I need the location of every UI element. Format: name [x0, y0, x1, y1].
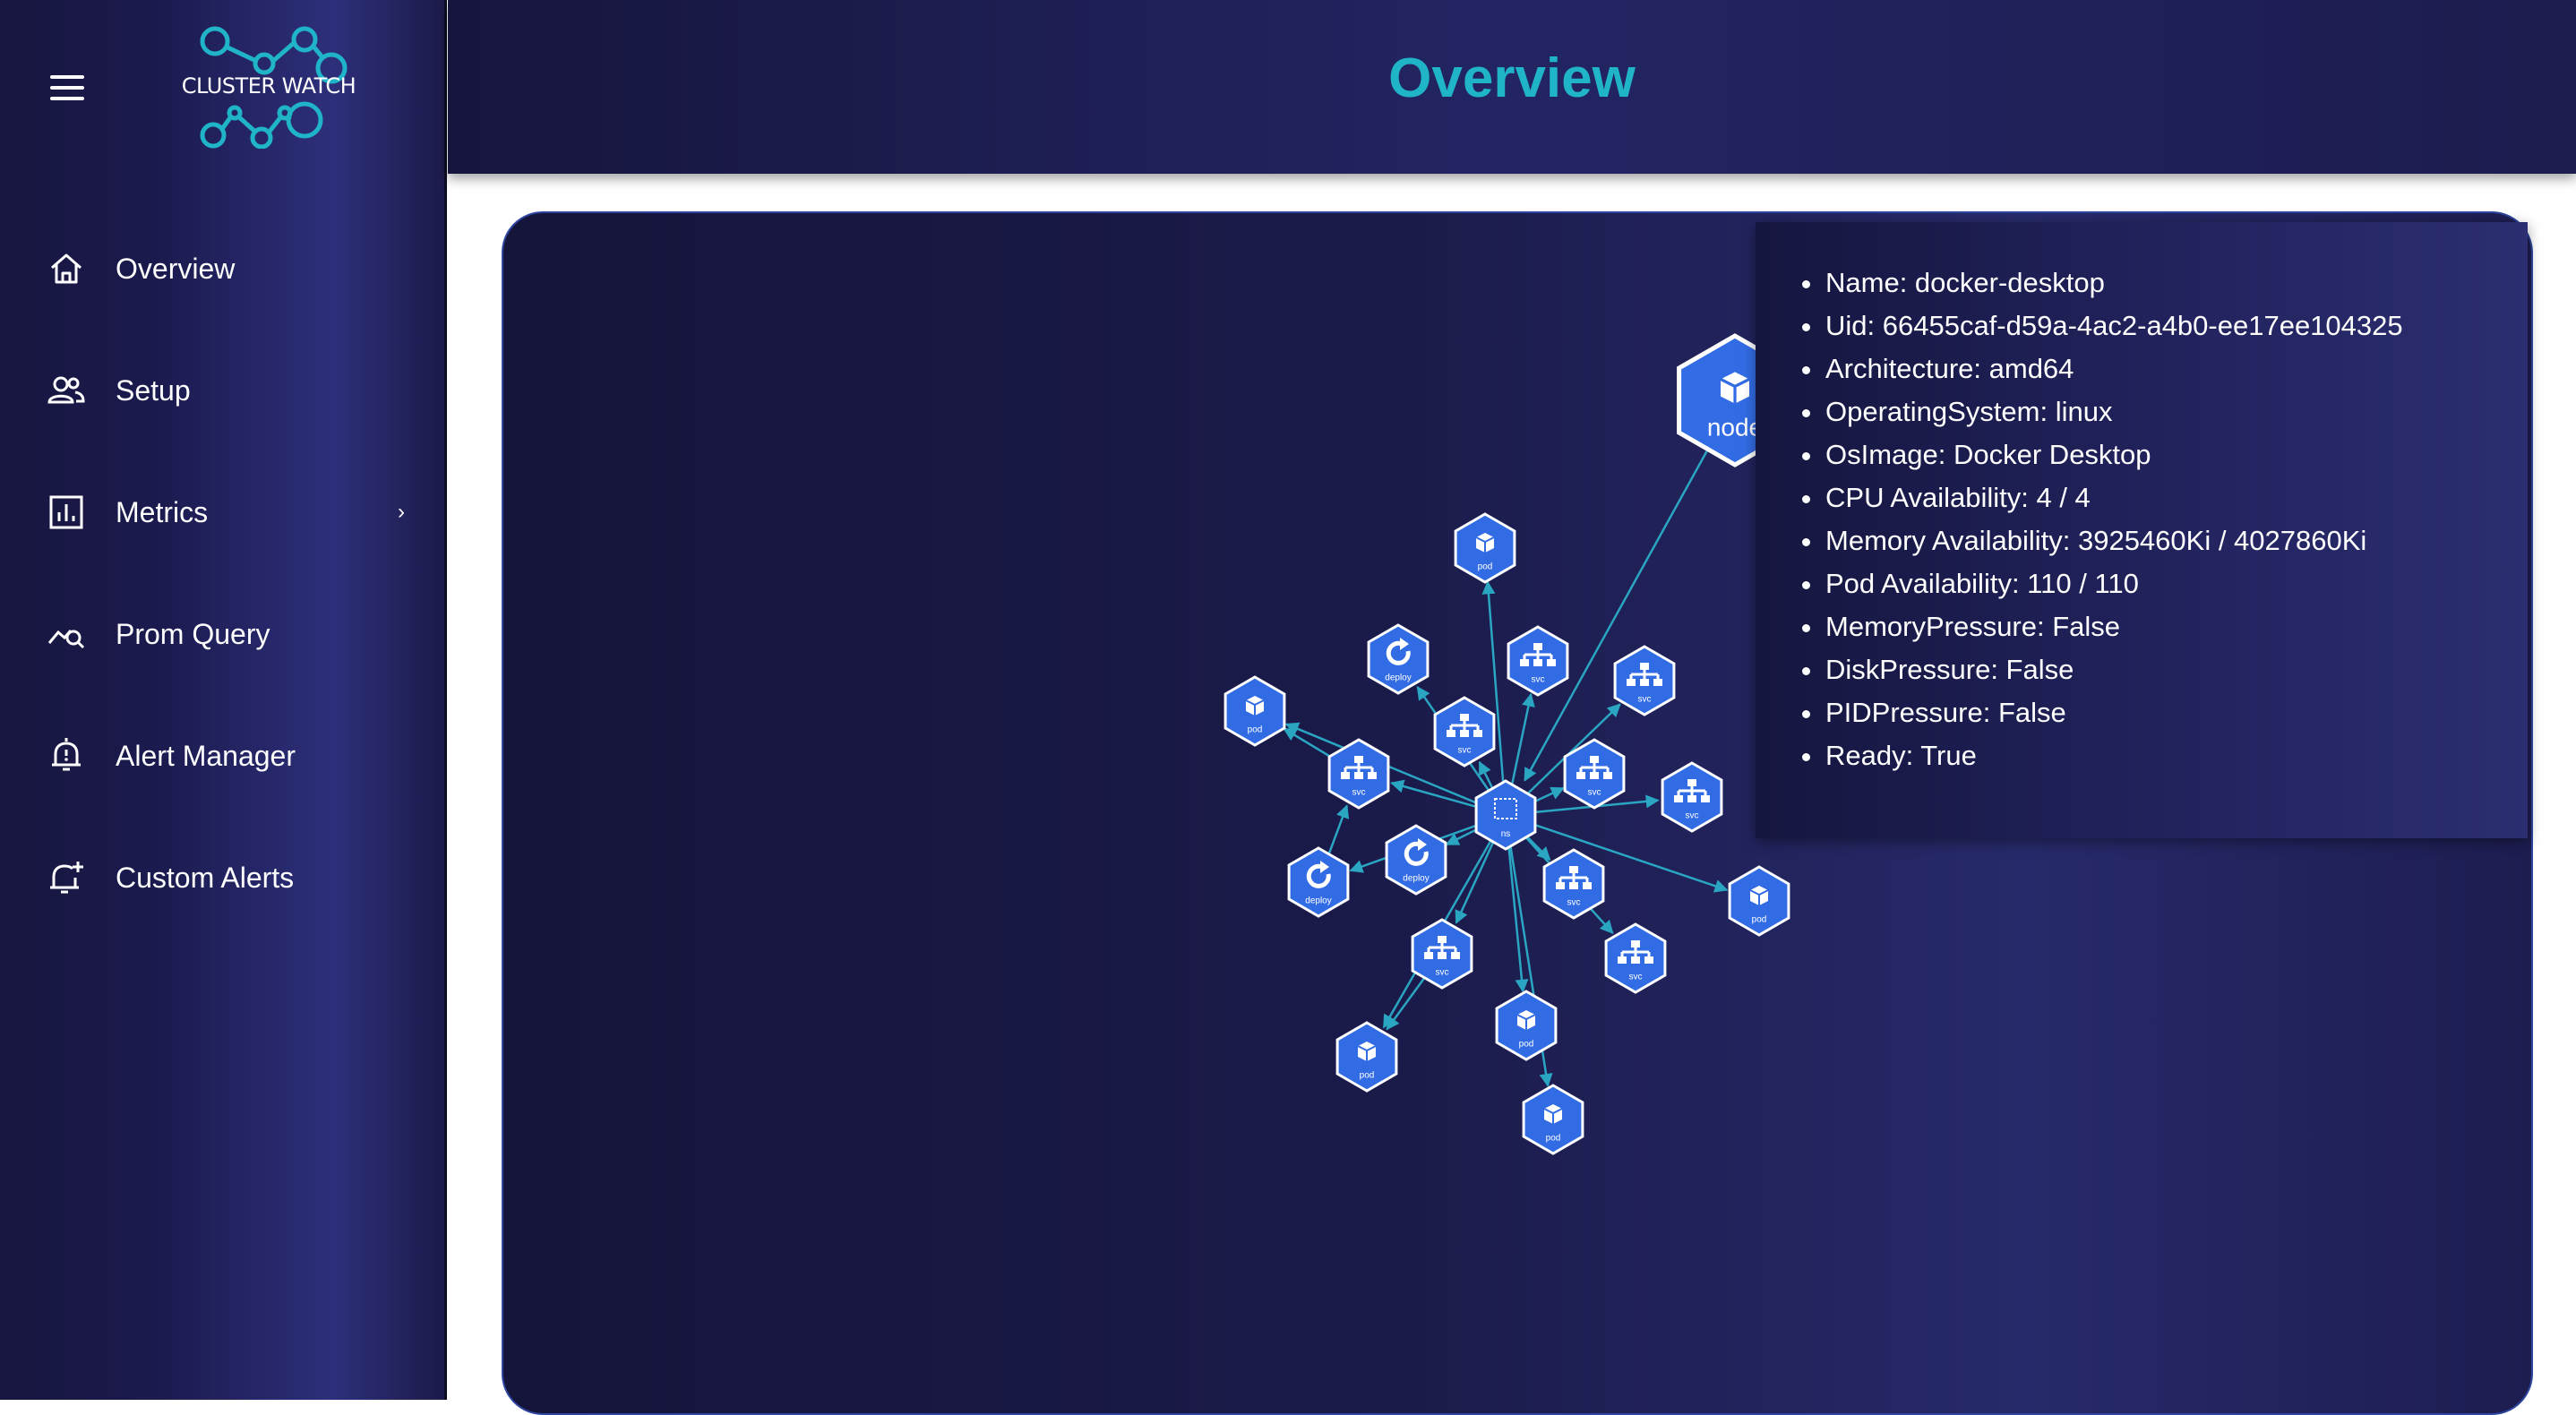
sidebar-item-custom-alerts[interactable]: Custom Alerts [0, 817, 444, 939]
sidebar-item-alert-manager[interactable]: Alert Manager [0, 695, 444, 817]
graph-edge [1524, 399, 1737, 782]
sidebar-item-setup[interactable]: Setup [0, 330, 444, 451]
svc-node[interactable]: svc [1433, 696, 1496, 768]
deploy-label: deploy [1305, 896, 1331, 906]
pod-node[interactable]: pod [1224, 675, 1286, 747]
svc-label: svc [1629, 973, 1643, 982]
svc-label: svc [1436, 968, 1449, 978]
top-header: Overview [448, 0, 2576, 174]
sidebar-item-prom-query[interactable]: Prom Query [0, 573, 444, 695]
pod-label: pod [1752, 915, 1767, 925]
query-chart-icon [47, 630, 85, 649]
pod-label: pod [1248, 725, 1263, 735]
info-ready: Ready: True [1802, 734, 2528, 777]
info-name: Name: docker-desktop [1802, 262, 2528, 304]
sidebar-item-label: Custom Alerts [116, 861, 295, 894]
chevron-right-icon: › [398, 500, 405, 524]
node-info-list: Name: docker-desktop Uid: 66455caf-d59a-… [1756, 222, 2528, 777]
svc-label: svc [1567, 898, 1581, 908]
sidebar: CLUSTER WATCH Overview Setup Metrics › P… [0, 0, 447, 1400]
sidebar-item-metrics[interactable]: Metrics › [0, 451, 444, 573]
svc-label: svc [1532, 675, 1545, 685]
info-memory-availability: Memory Availability: 3925460Ki / 4027860… [1802, 519, 2528, 562]
svc-node[interactable]: svc [1542, 848, 1605, 920]
svc-node[interactable]: svc [1327, 738, 1390, 810]
pod-node[interactable]: pod [1454, 512, 1516, 584]
pod-label: pod [1546, 1134, 1561, 1144]
sidebar-item-label: Alert Manager [116, 739, 296, 772]
svc-node[interactable]: svc [1507, 625, 1569, 697]
page-title: Overview [1388, 47, 1636, 109]
sidebar-item-label: Prom Query [116, 617, 270, 650]
svc-node[interactable]: svc [1661, 761, 1723, 833]
pod-label: pod [1360, 1071, 1375, 1081]
svc-label: svc [1686, 811, 1699, 821]
svc-node[interactable]: svc [1604, 922, 1667, 994]
info-memory-pressure: MemoryPressure: False [1802, 605, 2528, 648]
deploy-node[interactable]: deploy [1385, 824, 1447, 896]
users-icon [47, 376, 85, 404]
pod-label: pod [1478, 562, 1493, 572]
svc-label: svc [1352, 788, 1366, 798]
bell-alarm-icon [52, 738, 81, 771]
pod-node[interactable]: pod [1728, 865, 1790, 937]
menu-icon[interactable] [50, 75, 84, 100]
node-info-panel: Name: docker-desktop Uid: 66455caf-d59a-… [1756, 222, 2528, 838]
sidebar-item-label: Overview [116, 252, 236, 285]
info-uid: Uid: 66455caf-d59a-4ac2-a4b0-ee17ee10432… [1802, 304, 2528, 347]
bar-chart-icon [49, 495, 83, 529]
pod-node[interactable]: pod [1522, 1084, 1584, 1155]
info-pid-pressure: PIDPressure: False [1802, 691, 2528, 734]
info-architecture: Architecture: amd64 [1802, 347, 2528, 390]
bell-plus-icon [50, 862, 83, 894]
svc-label: svc [1458, 746, 1472, 756]
app-logo[interactable]: CLUSTER WATCH [179, 23, 358, 150]
pod-node[interactable]: pod [1335, 1021, 1398, 1093]
pod-node[interactable]: pod [1495, 990, 1558, 1061]
sidebar-nav: Overview Setup Metrics › Prom Query Aler… [0, 208, 444, 939]
info-os-image: OsImage: Docker Desktop [1802, 433, 2528, 476]
graph-edge [1481, 580, 1507, 816]
svc-label: svc [1638, 695, 1652, 705]
info-cpu-availability: CPU Availability: 4 / 4 [1802, 476, 2528, 519]
deploy-label: deploy [1403, 874, 1429, 884]
info-disk-pressure: DiskPressure: False [1802, 648, 2528, 691]
pod-label: pod [1519, 1040, 1534, 1050]
deploy-node[interactable]: deploy [1287, 846, 1350, 918]
sidebar-item-label: Setup [116, 373, 191, 407]
svc-node[interactable]: svc [1411, 918, 1473, 990]
info-operating-system: OperatingSystem: linux [1802, 390, 2528, 433]
logo-text: CLUSTER WATCH [181, 73, 356, 99]
namespace-label: ns [1501, 829, 1511, 839]
svc-label: svc [1588, 788, 1601, 798]
deploy-node[interactable]: deploy [1367, 623, 1430, 695]
home-icon [51, 253, 82, 284]
sidebar-item-overview[interactable]: Overview [0, 208, 444, 330]
sidebar-item-label: Metrics [116, 495, 209, 528]
deploy-label: deploy [1385, 673, 1411, 683]
node-label: node [1707, 414, 1763, 442]
svc-node[interactable]: svc [1613, 645, 1676, 716]
info-pod-availability: Pod Availability: 110 / 110 [1802, 562, 2528, 605]
